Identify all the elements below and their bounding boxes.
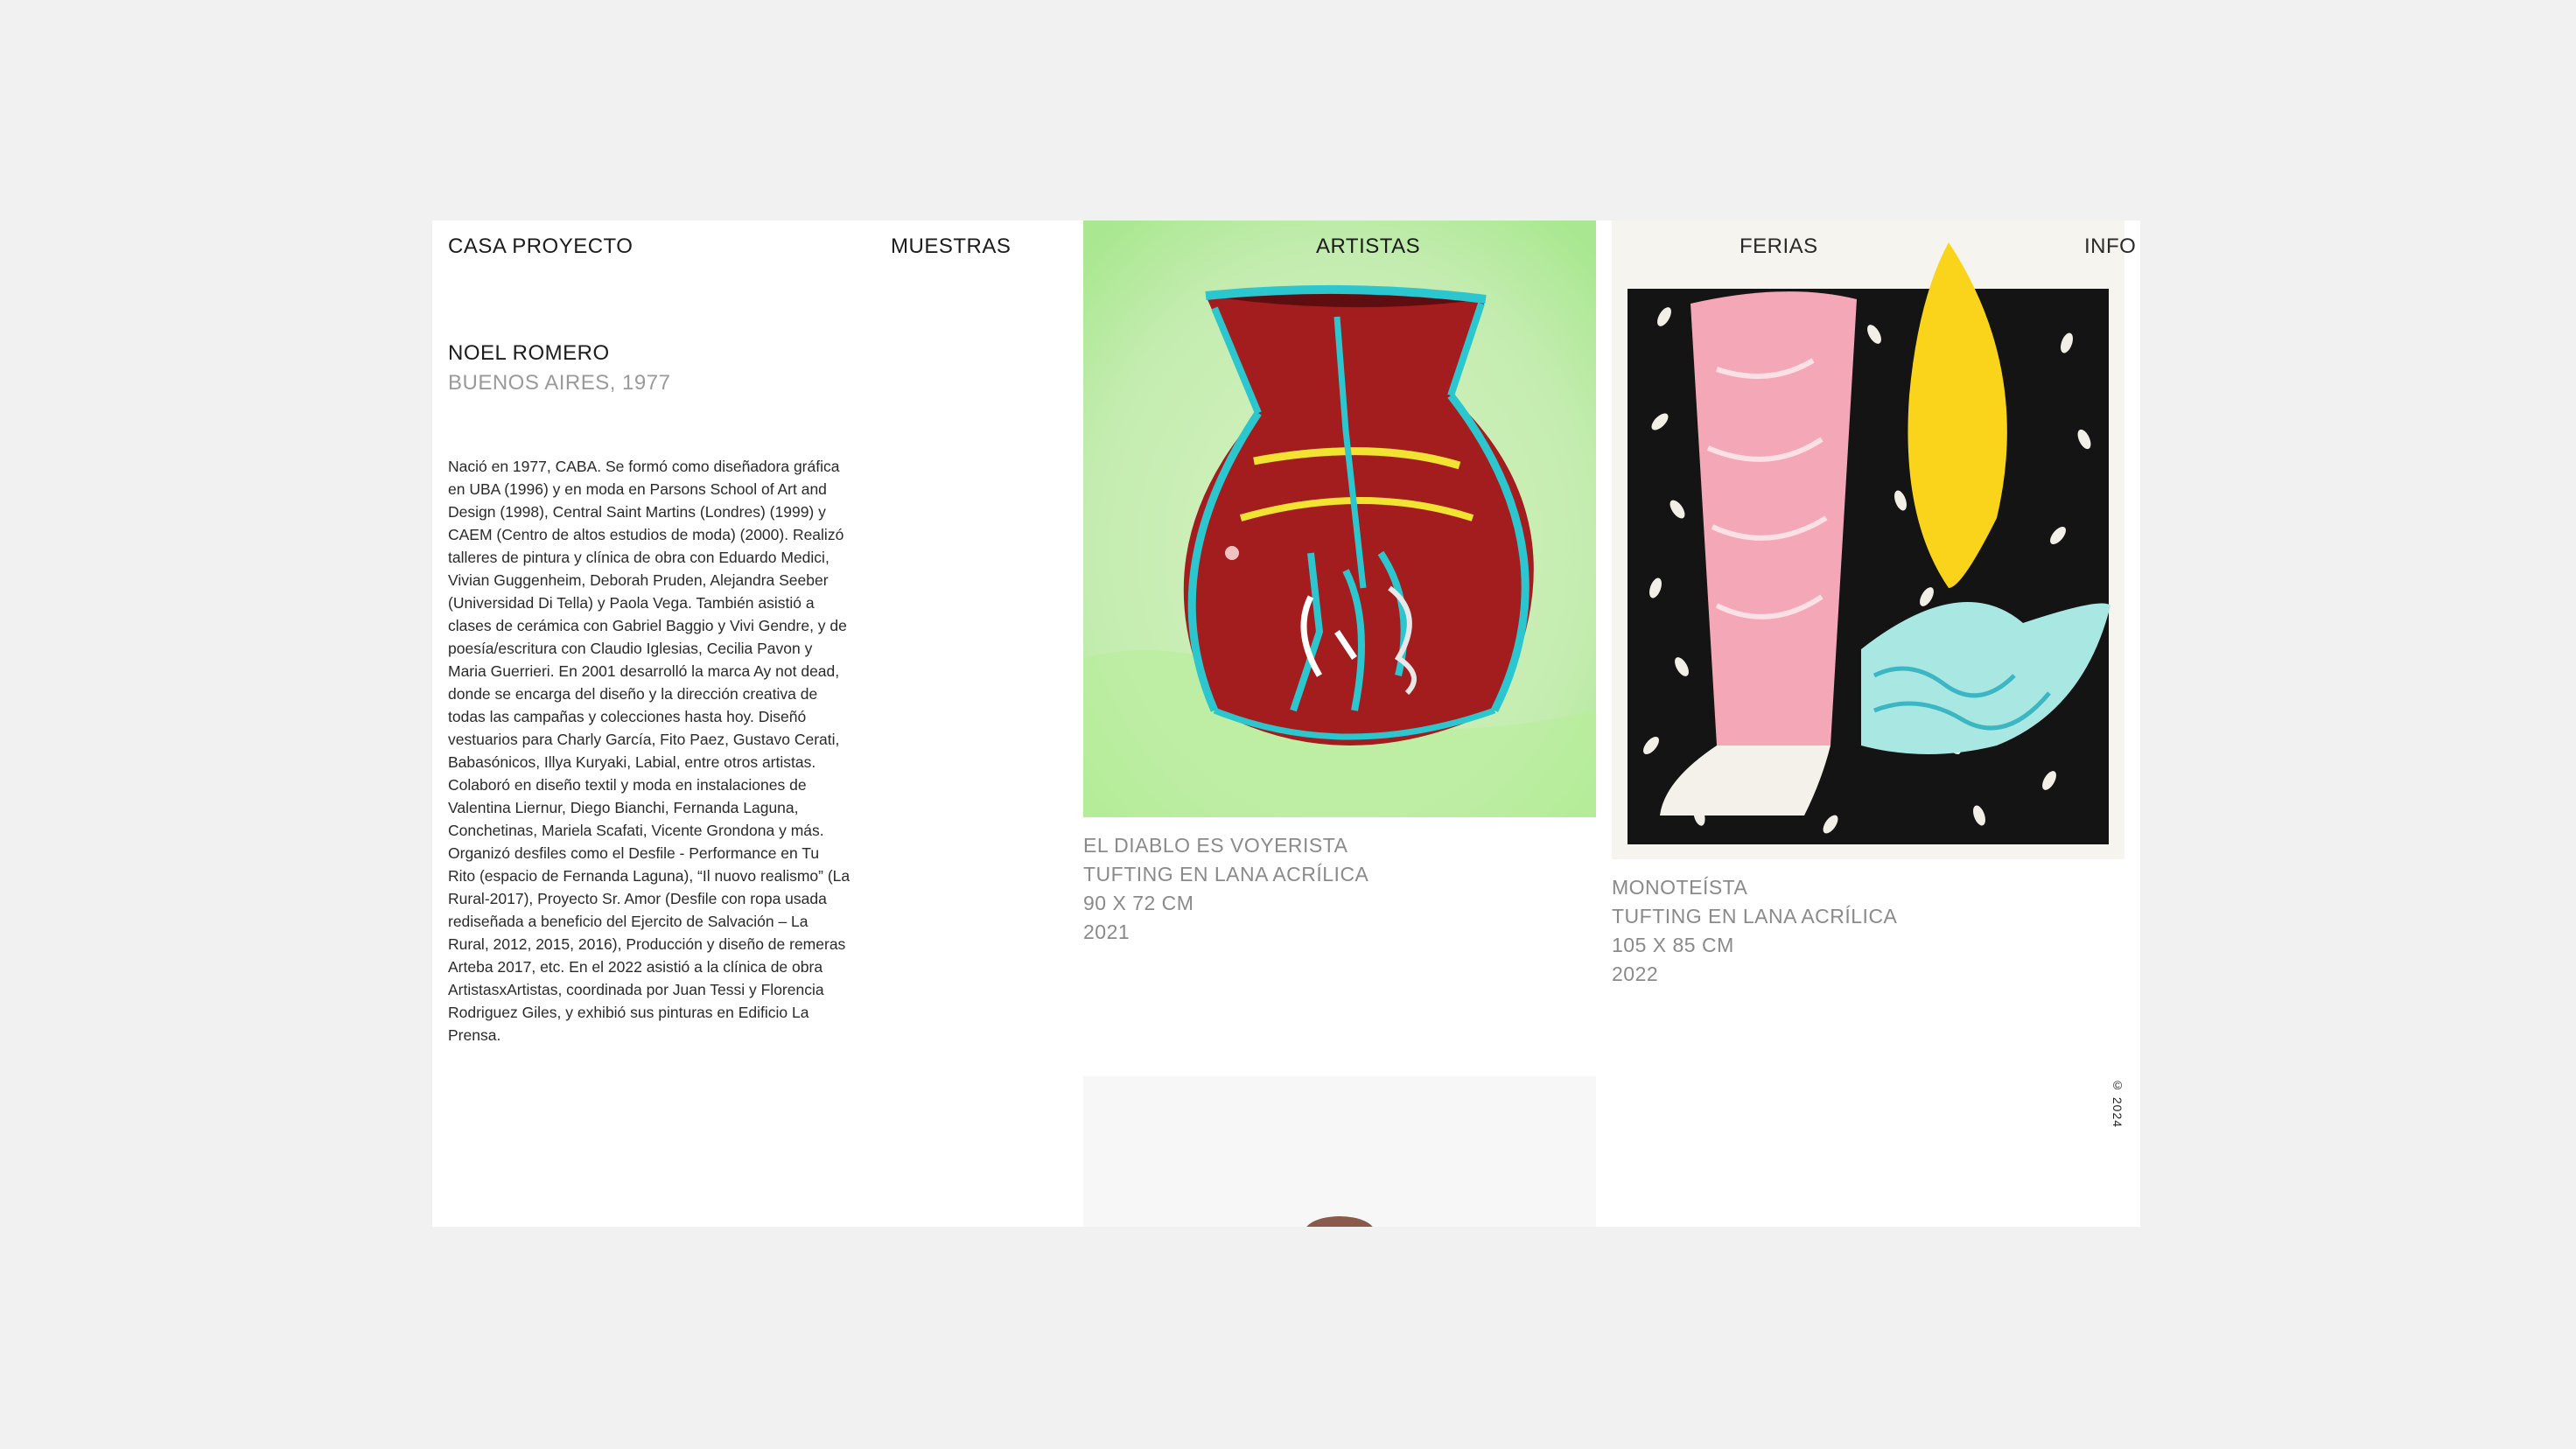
nav-ferias-link[interactable]: FERIAS bbox=[1740, 234, 1818, 259]
artwork-caption-2: MONOTEÍSTA TUFTING EN LANA ACRÍLICA 105 … bbox=[1612, 873, 1897, 989]
nav-artistas-link[interactable]: ARTISTAS bbox=[1316, 234, 1420, 259]
artwork-image-el-diablo[interactable] bbox=[1083, 220, 1596, 817]
nav-info-link[interactable]: INFO bbox=[2084, 234, 2136, 259]
artwork-size: 90 X 72 CM bbox=[1083, 892, 1194, 914]
artwork-image-3[interactable] bbox=[1083, 1076, 1596, 1227]
artwork-title[interactable]: MONOTEÍSTA bbox=[1612, 873, 1897, 902]
artist-name: NOEL ROMERO bbox=[448, 341, 610, 365]
artwork-technique: TUFTING EN LANA ACRÍLICA bbox=[1612, 905, 1898, 928]
nav-muestras-link[interactable]: MUESTRAS bbox=[891, 234, 1011, 259]
artwork-caption-1: EL DIABLO ES VOYERISTA TUFTING EN LANA A… bbox=[1083, 831, 1368, 947]
monoteista-painting bbox=[1612, 220, 2124, 859]
copyright-vertical: © 2024 bbox=[2110, 1078, 2124, 1129]
page: CASA PROYECTO MUESTRAS ARTISTAS FERIAS I… bbox=[432, 220, 2140, 1227]
artist-bio: Nació en 1977, CABA. Se formó como diseñ… bbox=[448, 458, 850, 1044]
vase-painting bbox=[1083, 220, 1596, 817]
artwork-image-monoteista[interactable] bbox=[1612, 220, 2124, 859]
artwork-technique: TUFTING EN LANA ACRÍLICA bbox=[1083, 863, 1369, 886]
artwork-year: 2022 bbox=[1612, 962, 1659, 985]
artwork-size: 105 X 85 CM bbox=[1612, 934, 1734, 956]
artwork-3-preview bbox=[1083, 1076, 1596, 1227]
artist-origin: BUENOS AIRES, 1977 bbox=[448, 371, 671, 395]
artwork-year: 2021 bbox=[1083, 920, 1130, 943]
artwork-title[interactable]: EL DIABLO ES VOYERISTA bbox=[1083, 831, 1368, 860]
nav-brand-link[interactable]: CASA PROYECTO bbox=[448, 234, 633, 259]
